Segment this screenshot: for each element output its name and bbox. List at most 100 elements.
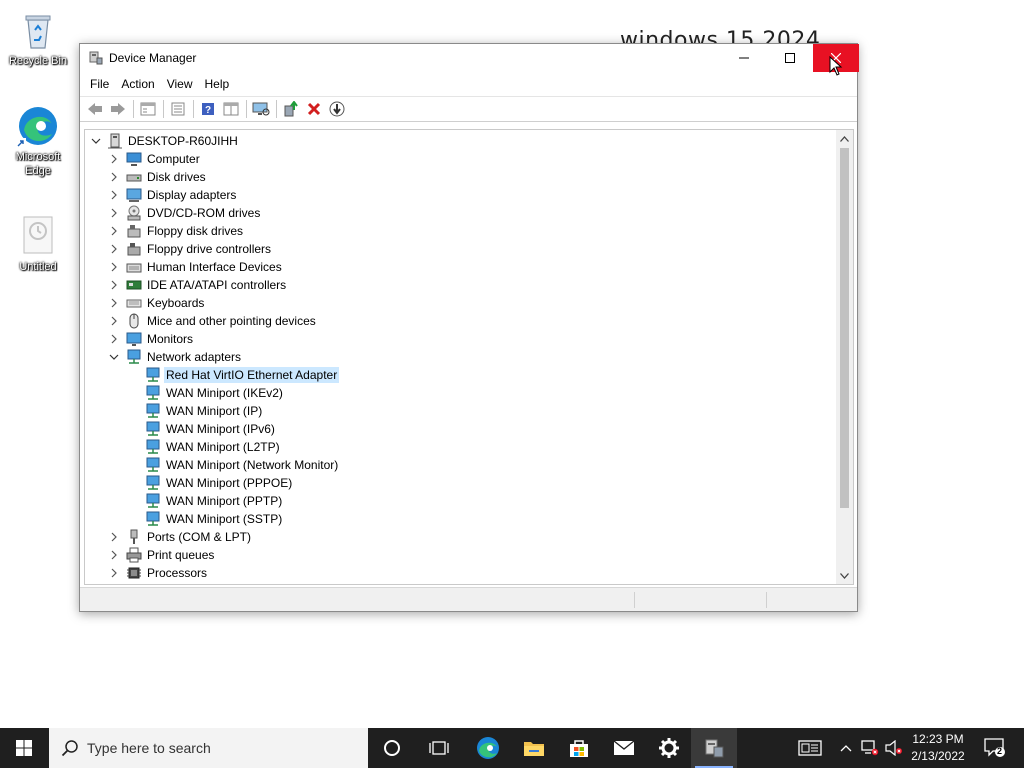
taskbar-file-explorer-button[interactable] <box>511 728 557 768</box>
taskbar-device-manager-button[interactable] <box>691 728 737 768</box>
tree-device-wan-ip[interactable]: WAN Miniport (IP) <box>85 402 835 420</box>
device-label: WAN Miniport (L2TP) <box>166 440 280 454</box>
tree-category-processors[interactable]: Processors <box>85 564 835 582</box>
chevron-right-icon[interactable] <box>108 315 120 327</box>
keyboard-icon <box>126 299 142 308</box>
tree-category-floppy-drive-controllers[interactable]: Floppy drive controllers <box>85 240 835 258</box>
tree-device-red-hat-virtio[interactable]: Red Hat VirtIO Ethernet Adapter <box>85 366 835 384</box>
tree-category-ide-ata-atapi-controllers[interactable]: IDE ATA/ATAPI controllers <box>85 276 835 294</box>
chevron-down-icon[interactable] <box>90 135 102 147</box>
tree-category-mice[interactable]: Mice and other pointing devices <box>85 312 835 330</box>
update-driver-button[interactable] <box>280 98 302 120</box>
chevron-right-icon[interactable] <box>108 243 120 255</box>
tree-category-display-adapters[interactable]: Display adapters <box>85 186 835 204</box>
taskbar-settings-button[interactable] <box>646 728 692 768</box>
chevron-up-icon <box>840 745 852 752</box>
mouse-icon <box>129 313 139 329</box>
tree-category-keyboards[interactable]: Keyboards <box>85 294 835 312</box>
category-label: Ports (COM & LPT) <box>147 530 252 544</box>
tree-device-wan-ipv6[interactable]: WAN Miniport (IPv6) <box>85 420 835 438</box>
taskbar-clock[interactable]: 12:23 PM 2/13/2022 <box>906 731 970 765</box>
desktop-icon-label: Untitled <box>19 261 57 273</box>
download-icon <box>329 101 345 117</box>
chevron-right-icon[interactable] <box>108 153 120 165</box>
taskbar-store-button[interactable] <box>556 728 602 768</box>
chevron-right-icon[interactable] <box>108 207 120 219</box>
chevron-right-icon[interactable] <box>108 549 120 561</box>
show-hide-console-tree-button[interactable] <box>137 98 159 120</box>
document-icon <box>16 214 60 258</box>
tree-root[interactable]: DESKTOP-R60JIHH <box>85 132 835 150</box>
tree-device-wan-network-monitor[interactable]: WAN Miniport (Network Monitor) <box>85 456 835 474</box>
taskbar-edge-button[interactable] <box>465 728 511 768</box>
clock-date: 2/13/2022 <box>911 749 965 763</box>
tree-category-network-adapters[interactable]: Network adapters <box>85 348 835 366</box>
back-button[interactable] <box>84 98 106 120</box>
tree-category-human-interface-devices[interactable]: Human Interface Devices <box>85 258 835 276</box>
chevron-right-icon[interactable] <box>108 531 120 543</box>
scroll-up-button[interactable] <box>836 130 853 147</box>
network-status-button[interactable] <box>859 728 881 768</box>
vertical-scrollbar[interactable] <box>836 130 853 584</box>
menu-view[interactable]: View <box>161 74 199 94</box>
chevron-right-icon[interactable] <box>108 333 120 345</box>
chevron-right-icon[interactable] <box>108 567 120 579</box>
chevron-right-icon[interactable] <box>108 261 120 273</box>
search-icon <box>61 740 78 757</box>
scroll-thumb[interactable] <box>840 148 849 508</box>
chevron-down-icon[interactable] <box>108 351 120 363</box>
chevron-right-icon[interactable] <box>108 189 120 201</box>
close-button[interactable] <box>813 44 859 76</box>
menu-help[interactable]: Help <box>199 74 236 94</box>
tree-category-print-queues[interactable]: Print queues <box>85 546 835 564</box>
svg-text:?: ? <box>205 105 211 116</box>
uninstall-device-button[interactable] <box>303 98 325 120</box>
category-label: Network adapters <box>147 350 242 364</box>
tree-category-floppy-disk-drives[interactable]: Floppy disk drives <box>85 222 835 240</box>
chevron-right-icon[interactable] <box>108 279 120 291</box>
properties-button[interactable] <box>167 98 189 120</box>
scan-hardware-button[interactable] <box>250 98 272 120</box>
desktop-icon-untitled[interactable]: Untitled <box>2 214 74 274</box>
details-view-button[interactable] <box>220 98 242 120</box>
task-view-button[interactable] <box>417 728 461 768</box>
tree-category-disk-drives[interactable]: Disk drives <box>85 168 835 186</box>
tree-device-wan-sstp[interactable]: WAN Miniport (SSTP) <box>85 510 835 528</box>
device-tree-pane[interactable]: DESKTOP-R60JIHH Computer Disk drives Dis… <box>84 129 854 585</box>
menu-file[interactable]: File <box>84 74 115 94</box>
menu-action[interactable]: Action <box>115 74 160 94</box>
volume-button[interactable] <box>883 728 905 768</box>
tree-category-monitors[interactable]: Monitors <box>85 330 835 348</box>
tree-device-wan-ikev2[interactable]: WAN Miniport (IKEv2) <box>85 384 835 402</box>
tree-device-wan-l2tp[interactable]: WAN Miniport (L2TP) <box>85 438 835 456</box>
desktop-icon-edge[interactable]: Microsoft Edge <box>2 104 74 178</box>
device-label: WAN Miniport (Network Monitor) <box>166 458 339 472</box>
title-bar[interactable]: Device Manager <box>80 44 859 76</box>
help-button[interactable]: ? <box>197 98 219 120</box>
tree-device-wan-pppoe[interactable]: WAN Miniport (PPPOE) <box>85 474 835 492</box>
taskbar-search-box[interactable]: Type here to search <box>49 728 368 768</box>
desktop-icon-recycle-bin[interactable]: Recycle Bin <box>2 8 74 68</box>
forward-button[interactable] <box>107 98 129 120</box>
tree-category-dvd-cd-rom-drives[interactable]: DVD/CD-ROM drives <box>85 204 835 222</box>
scroll-down-button[interactable] <box>836 567 853 584</box>
chevron-right-icon[interactable] <box>108 297 120 309</box>
minimize-button[interactable] <box>721 44 767 72</box>
disk-drive-icon <box>126 174 142 182</box>
chevron-right-icon[interactable] <box>108 225 120 237</box>
maximize-button[interactable] <box>767 44 813 72</box>
news-widget-button[interactable] <box>793 728 827 768</box>
back-icon <box>88 103 102 115</box>
help-icon: ? <box>202 103 214 116</box>
show-hidden-icons-button[interactable] <box>836 728 856 768</box>
disable-device-button[interactable] <box>326 98 348 120</box>
chevron-right-icon[interactable] <box>108 171 120 183</box>
tree-category-ports[interactable]: Ports (COM & LPT) <box>85 528 835 546</box>
tree-category-computer[interactable]: Computer <box>85 150 835 168</box>
action-center-button[interactable]: 2 <box>978 728 1012 768</box>
cortana-button[interactable] <box>370 728 414 768</box>
start-button[interactable] <box>0 728 48 768</box>
taskbar-mail-button[interactable] <box>601 728 647 768</box>
network-adapter-icon <box>146 511 160 526</box>
tree-device-wan-pptp[interactable]: WAN Miniport (PPTP) <box>85 492 835 510</box>
